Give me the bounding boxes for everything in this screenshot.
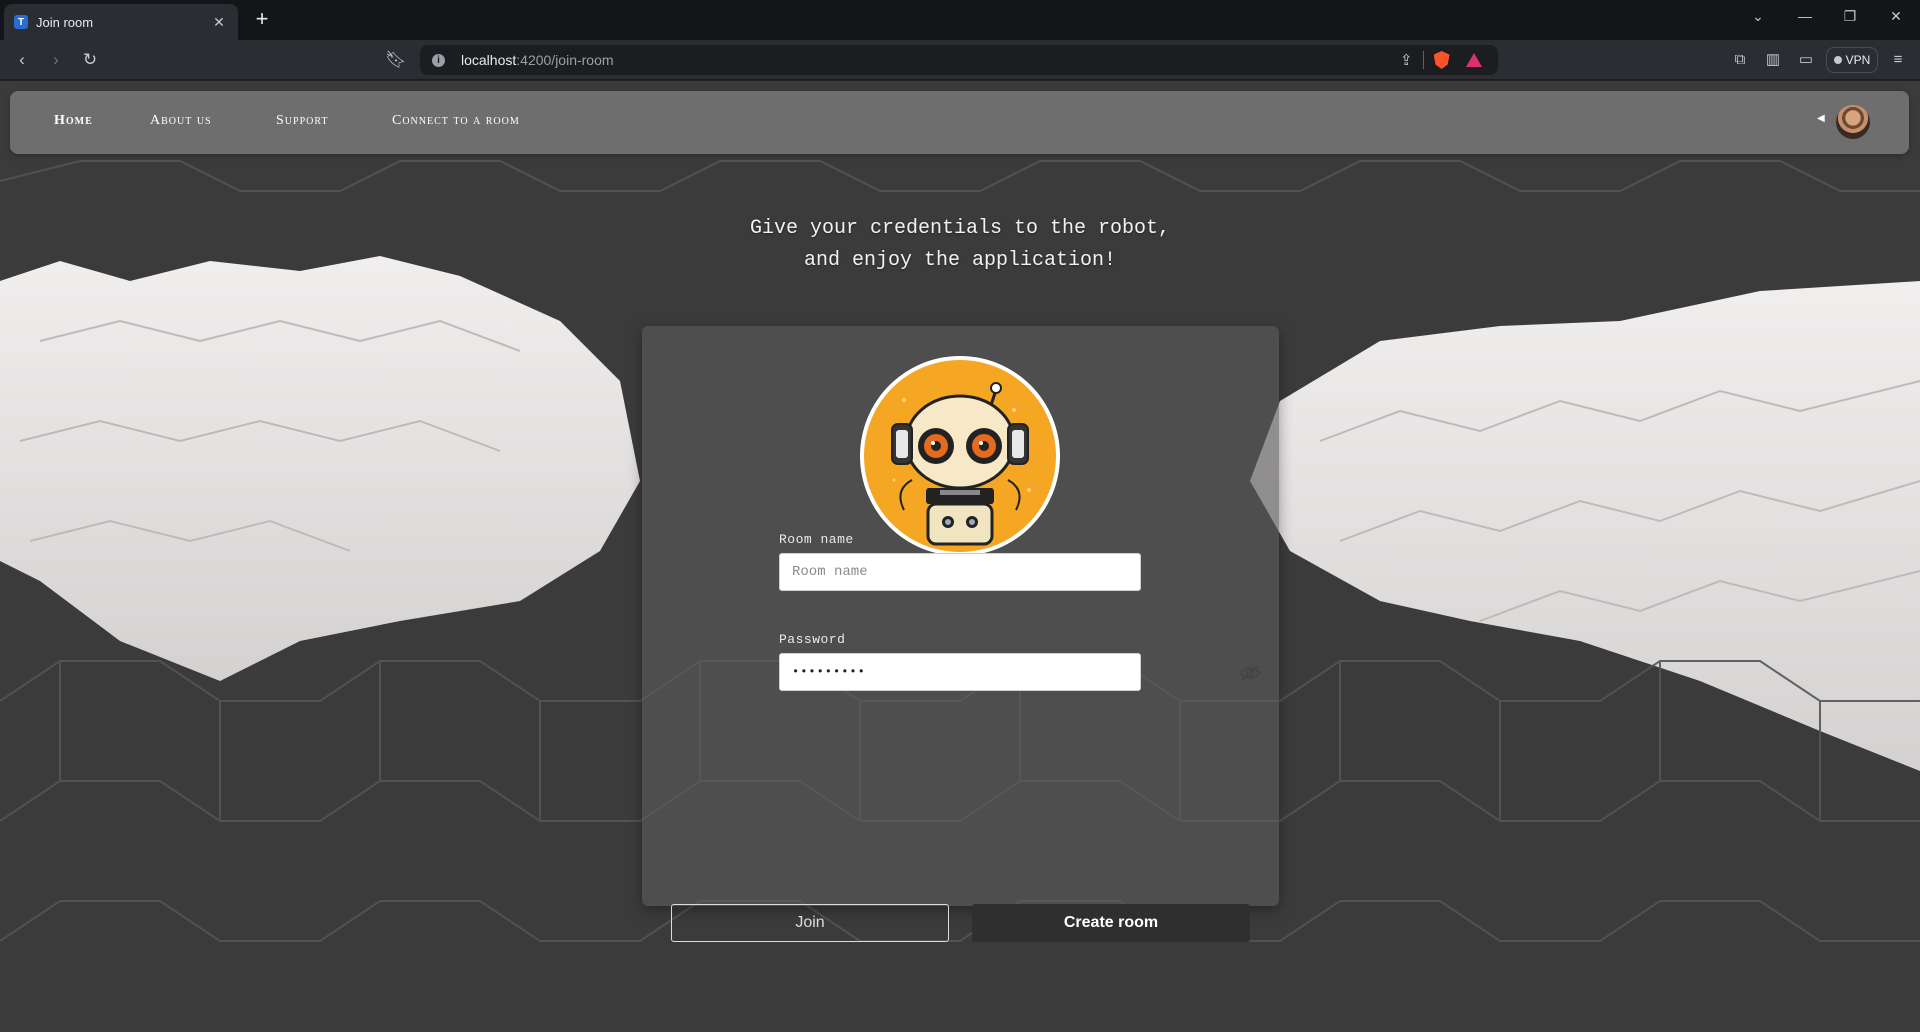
site-info-icon[interactable]: i <box>432 53 445 67</box>
caret-left-icon[interactable]: ◀ <box>1817 113 1825 124</box>
top-navbar: Home About us Support Connect to a room … <box>10 91 1909 154</box>
menu-icon[interactable]: ≡ <box>1886 48 1910 72</box>
eye-slash-icon[interactable] <box>1236 654 1264 692</box>
tab-title: Join room <box>36 14 94 30</box>
room-name-label: Room name <box>779 532 854 547</box>
browser-toolbar: ‹ › ↻ 🔖︎ i localhost:4200/join-room ⇪ ⧉ … <box>0 40 1920 80</box>
robot-avatar-image <box>860 356 1060 556</box>
extensions-icon[interactable]: ⧉ <box>1728 48 1752 72</box>
join-button[interactable]: Join <box>671 904 949 942</box>
tab-favicon-icon: T <box>14 15 28 29</box>
nav-link-connect-to-room[interactable]: Connect to a room <box>392 113 520 129</box>
share-icon[interactable]: ⇪ <box>1400 51 1413 69</box>
browser-tab[interactable]: T Join room ✕ <box>4 4 238 40</box>
nav-link-about-us[interactable]: About us <box>150 113 212 129</box>
robot-illustration <box>864 360 1056 552</box>
minimize-button[interactable]: — <box>1793 8 1817 24</box>
sidebar-icon[interactable]: ▥ <box>1761 48 1785 72</box>
password-input[interactable]: ••••••••• <box>779 653 1261 691</box>
close-window-button[interactable]: ✕ <box>1884 8 1908 25</box>
bookmark-icon[interactable]: 🔖︎ <box>384 48 408 72</box>
room-name-input[interactable] <box>779 553 1141 591</box>
url-path: :4200/join-room <box>516 52 614 68</box>
brave-shield-icon[interactable] <box>1433 51 1450 69</box>
reload-icon[interactable]: ↻ <box>78 48 102 72</box>
vpn-label: VPN <box>1845 53 1871 67</box>
create-room-button[interactable]: Create room <box>972 904 1250 942</box>
join-room-card: Room name Password ••••••••• Join Create… <box>642 326 1279 942</box>
nav-link-home[interactable]: Home <box>54 113 93 129</box>
vpn-status-icon <box>1833 56 1842 64</box>
restore-button[interactable]: ❐ <box>1838 8 1862 25</box>
password-value: ••••••••• <box>792 665 866 679</box>
brave-rewards-icon[interactable] <box>1465 53 1482 67</box>
wallet-icon[interactable]: ▭ <box>1794 48 1818 72</box>
address-bar[interactable]: i localhost:4200/join-room ⇪ <box>420 45 1498 75</box>
vpn-button[interactable]: VPN <box>1826 47 1878 73</box>
divider <box>1422 51 1424 69</box>
back-arrow-icon[interactable]: ‹ <box>10 48 34 72</box>
tab-search-chevron-icon[interactable]: ⌄ <box>1746 8 1770 25</box>
nav-link-support[interactable]: Support <box>276 113 329 129</box>
password-label: Password <box>779 632 846 647</box>
browser-tab-strip: T Join room ✕ + ⌄ — ❐ ✕ <box>0 0 1920 40</box>
url-host: localhost <box>461 52 517 68</box>
page-viewport: Home About us Support Connect to a room … <box>0 81 1920 1032</box>
new-tab-button[interactable]: + <box>250 8 274 32</box>
forward-arrow-icon[interactable]: › <box>44 48 68 72</box>
headline-line-1: Give your credentials to the robot, <box>749 217 1171 240</box>
avatar[interactable] <box>1836 105 1870 139</box>
page-headline: Give your credentials to the robot, and … <box>560 213 1360 277</box>
headline-line-2: and enjoy the application! <box>803 249 1117 272</box>
tab-close-icon[interactable]: ✕ <box>210 14 228 31</box>
